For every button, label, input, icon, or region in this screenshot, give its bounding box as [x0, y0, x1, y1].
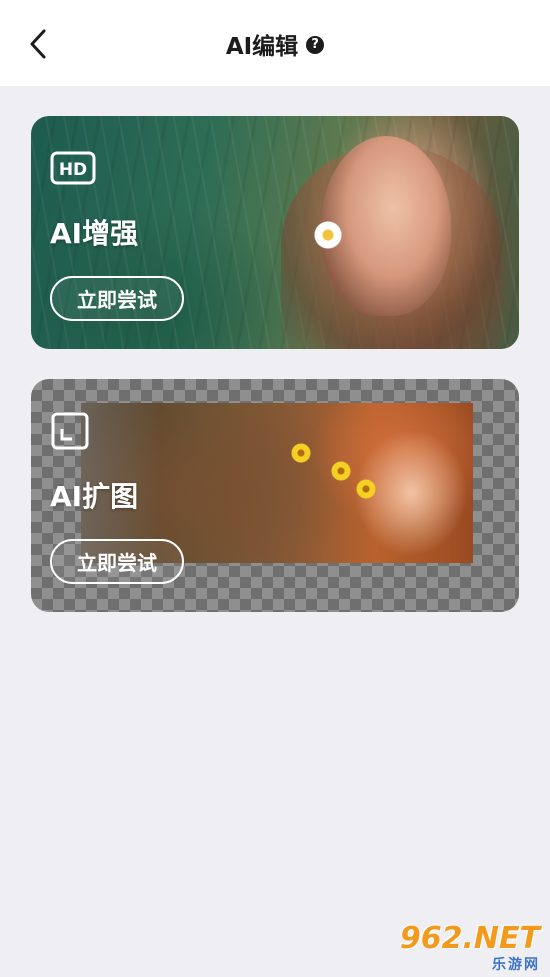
- site-watermark: 962.NET 乐游网: [400, 924, 546, 974]
- card-title: AI扩图: [50, 480, 139, 513]
- top-bar: AI编辑 ?: [0, 0, 550, 86]
- expand-frame-icon: [51, 412, 89, 450]
- page-title: AI编辑: [225, 34, 299, 60]
- ai-expand-card[interactable]: AI扩图 立即尝试: [31, 379, 519, 612]
- watermark-subtext: 乐游网: [492, 957, 540, 973]
- card-title: AI增强: [50, 217, 139, 250]
- title-group: AI编辑 ?: [0, 27, 550, 61]
- daisy-decoration: [313, 220, 343, 250]
- ai-enhance-card[interactable]: HD AI增强 立即尝试: [31, 116, 519, 349]
- try-now-button[interactable]: 立即尝试: [50, 539, 184, 584]
- yellow-flower: [356, 479, 376, 499]
- watermark-logo-text: 962.NET: [399, 921, 540, 956]
- yellow-flower: [291, 443, 311, 463]
- yellow-flower: [331, 461, 351, 481]
- hd-icon: HD: [50, 151, 96, 185]
- try-now-button[interactable]: 立即尝试: [50, 276, 184, 321]
- svg-text:HD: HD: [59, 160, 87, 180]
- help-icon[interactable]: ?: [306, 36, 325, 54]
